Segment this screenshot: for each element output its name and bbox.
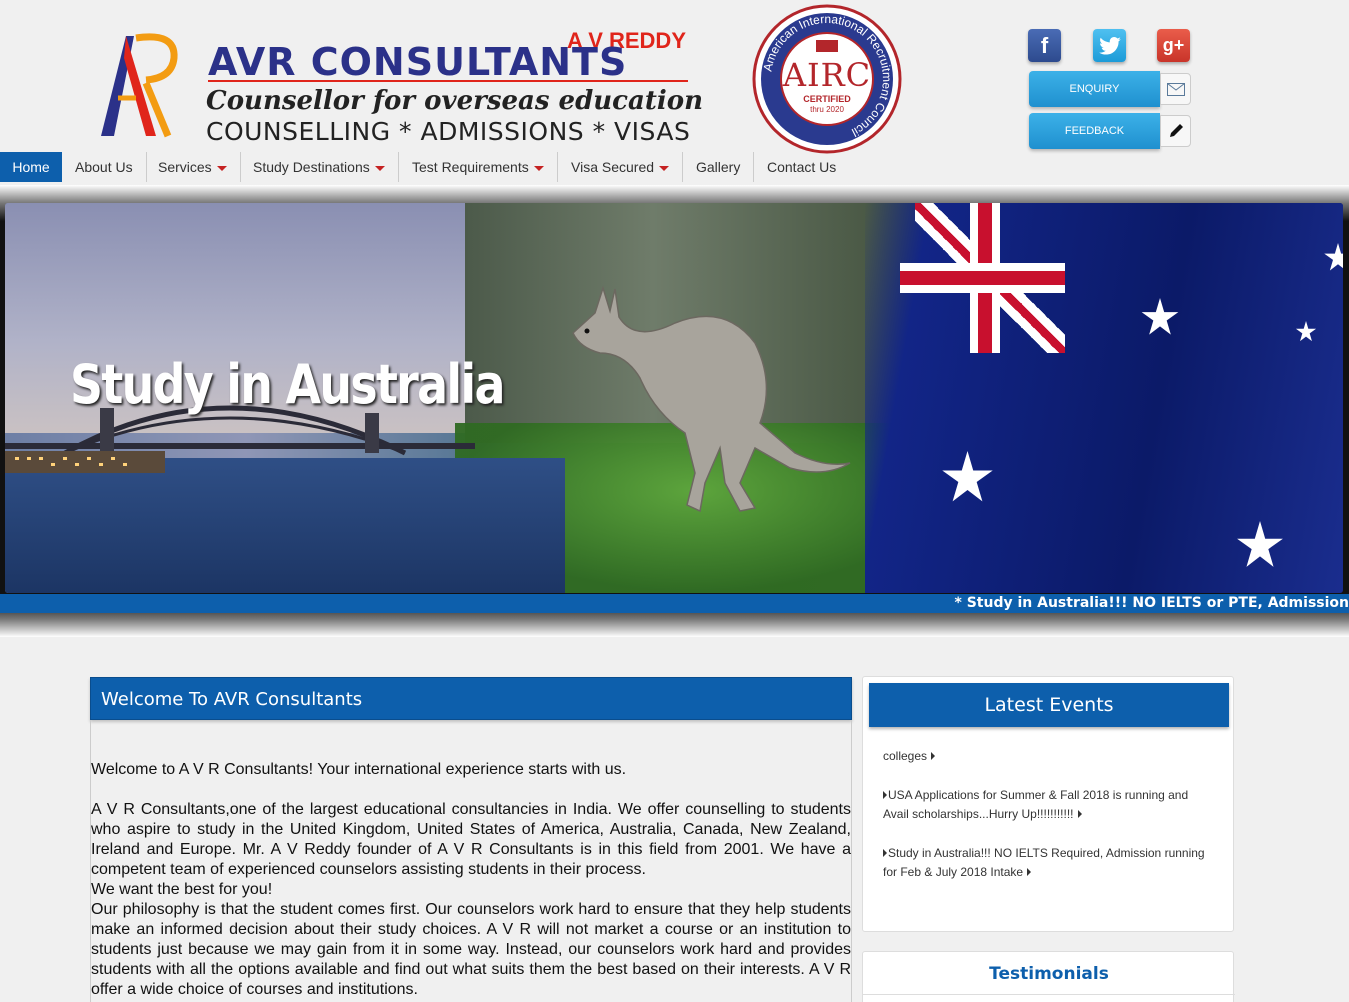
caret-down-icon [533, 165, 544, 171]
star-icon [1324, 243, 1343, 271]
banner-harbour [5, 458, 565, 593]
site-logo[interactable]: A V REDDY AVR CONSULTANTS Counsellor for… [96, 28, 703, 146]
page: A V REDDY AVR CONSULTANTS Counsellor for… [0, 0, 1349, 1002]
nav-label: Study Destinations [253, 159, 370, 175]
kangaroo-icon [572, 285, 851, 513]
banner-title: Study in Australia [70, 353, 505, 416]
envelope-icon [1160, 73, 1191, 105]
airc-badge: American International Recruitment Counc… [752, 4, 902, 154]
feedback-label: FEEDBACK [1029, 113, 1160, 149]
testimonials-panel: Testimonials [862, 951, 1235, 1002]
nav-label: Test Requirements [412, 159, 529, 175]
twitter-bird-icon [1098, 36, 1121, 55]
testimonials-heading: Testimonials [989, 964, 1109, 984]
nav-label: Home [12, 159, 50, 175]
caret-right-icon [883, 849, 887, 857]
event-item[interactable]: USA Applications for Summer & Fall 2018 … [883, 786, 1213, 824]
caret-right-icon [1027, 868, 1032, 876]
google-plus-icon[interactable]: g+ [1157, 29, 1190, 62]
logo-services: COUNSELLING * ADMISSIONS * VISAS [206, 117, 691, 146]
nav-label: Visa Secured [571, 159, 655, 175]
nav-item-services[interactable]: Services [145, 152, 241, 182]
enquiry-button[interactable]: ENQUIRY [1029, 71, 1191, 107]
star-icon [1295, 321, 1317, 342]
facebook-letter: f [1040, 32, 1049, 58]
logo-title: AVR CONSULTANTS [208, 40, 628, 84]
nav-label: Contact Us [767, 159, 837, 175]
caret-right-icon [931, 752, 936, 760]
news-ticker[interactable]: * Study in Australia!!! NO IELTS or PTE,… [0, 594, 1349, 613]
caret-down-icon [659, 165, 670, 171]
nav-label: Services [158, 159, 212, 175]
union-jack-horizontal [900, 263, 1065, 293]
nav-label: About Us [75, 159, 133, 175]
airc-certified: CERTIFIED [803, 94, 851, 104]
event-item[interactable]: Study in Australia!!! NO IELTS Required,… [883, 844, 1213, 882]
nav-item-contact-us[interactable]: Contact Us [754, 152, 849, 182]
ticker-text: * Study in Australia!!! NO IELTS or PTE,… [954, 595, 1349, 611]
nav-label: Gallery [696, 159, 741, 175]
nav-item-study-destinations[interactable]: Study Destinations [240, 152, 399, 182]
nav-item-gallery[interactable]: Gallery [683, 152, 755, 182]
pencil-icon [1160, 115, 1191, 147]
event-item[interactable]: colleges [883, 747, 1213, 766]
caret-right-icon [1077, 810, 1082, 818]
nav-item-home[interactable]: Home [0, 152, 62, 182]
main-nav: Home About Us Services Study Destination… [0, 152, 1349, 182]
latest-events-panel: Latest Events colleges USA Applications … [862, 676, 1234, 932]
nav-item-visa-secured[interactable]: Visa Secured [558, 152, 684, 182]
avr-logo-mark-icon [101, 33, 178, 138]
logo-divider [208, 80, 688, 82]
welcome-intro: Welcome to A V R Consultants! Your inter… [91, 761, 627, 778]
testimonials-divider [863, 994, 1235, 995]
logo-tagline: Counsellor for overseas education [206, 86, 703, 116]
hero-banner[interactable]: Study in Australia [5, 203, 1343, 593]
event-text: Study in Australia!!! NO IELTS Required,… [883, 846, 1205, 879]
welcome-content: Welcome to A V R Consultants! Your inter… [90, 720, 852, 1002]
welcome-heading: Welcome To AVR Consultants [101, 689, 363, 710]
welcome-paragraph-1: A V R Consultants,one of the largest edu… [91, 801, 851, 878]
star-icon [1141, 298, 1179, 335]
caret-down-icon [374, 165, 385, 171]
nav-item-about-us[interactable]: About Us [62, 152, 147, 182]
twitter-icon[interactable] [1093, 29, 1126, 62]
latest-events-heading: Latest Events [984, 694, 1114, 716]
latest-events-heading-bar: Latest Events [869, 683, 1229, 727]
airc-name: AIRC [782, 56, 872, 94]
event-text: colleges [883, 749, 928, 763]
facebook-icon[interactable]: f [1028, 29, 1061, 62]
event-text: USA Applications for Summer & Fall 2018 … [883, 788, 1189, 821]
nav-item-test-requirements[interactable]: Test Requirements [399, 152, 558, 182]
welcome-paragraph-3: Our philosophy is that the student comes… [91, 901, 851, 998]
airc-thru: thru 2020 [810, 105, 844, 114]
enquiry-label: ENQUIRY [1029, 71, 1160, 107]
star-icon [1237, 521, 1283, 567]
star-icon [942, 451, 993, 502]
google-plus-letter: g+ [1162, 35, 1185, 55]
caret-down-icon [216, 165, 227, 171]
welcome-heading-bar: Welcome To AVR Consultants [90, 677, 852, 720]
feedback-button[interactable]: FEEDBACK [1029, 113, 1191, 149]
welcome-paragraph-2: We want the best for you! [91, 881, 273, 898]
caret-right-icon [883, 791, 887, 799]
